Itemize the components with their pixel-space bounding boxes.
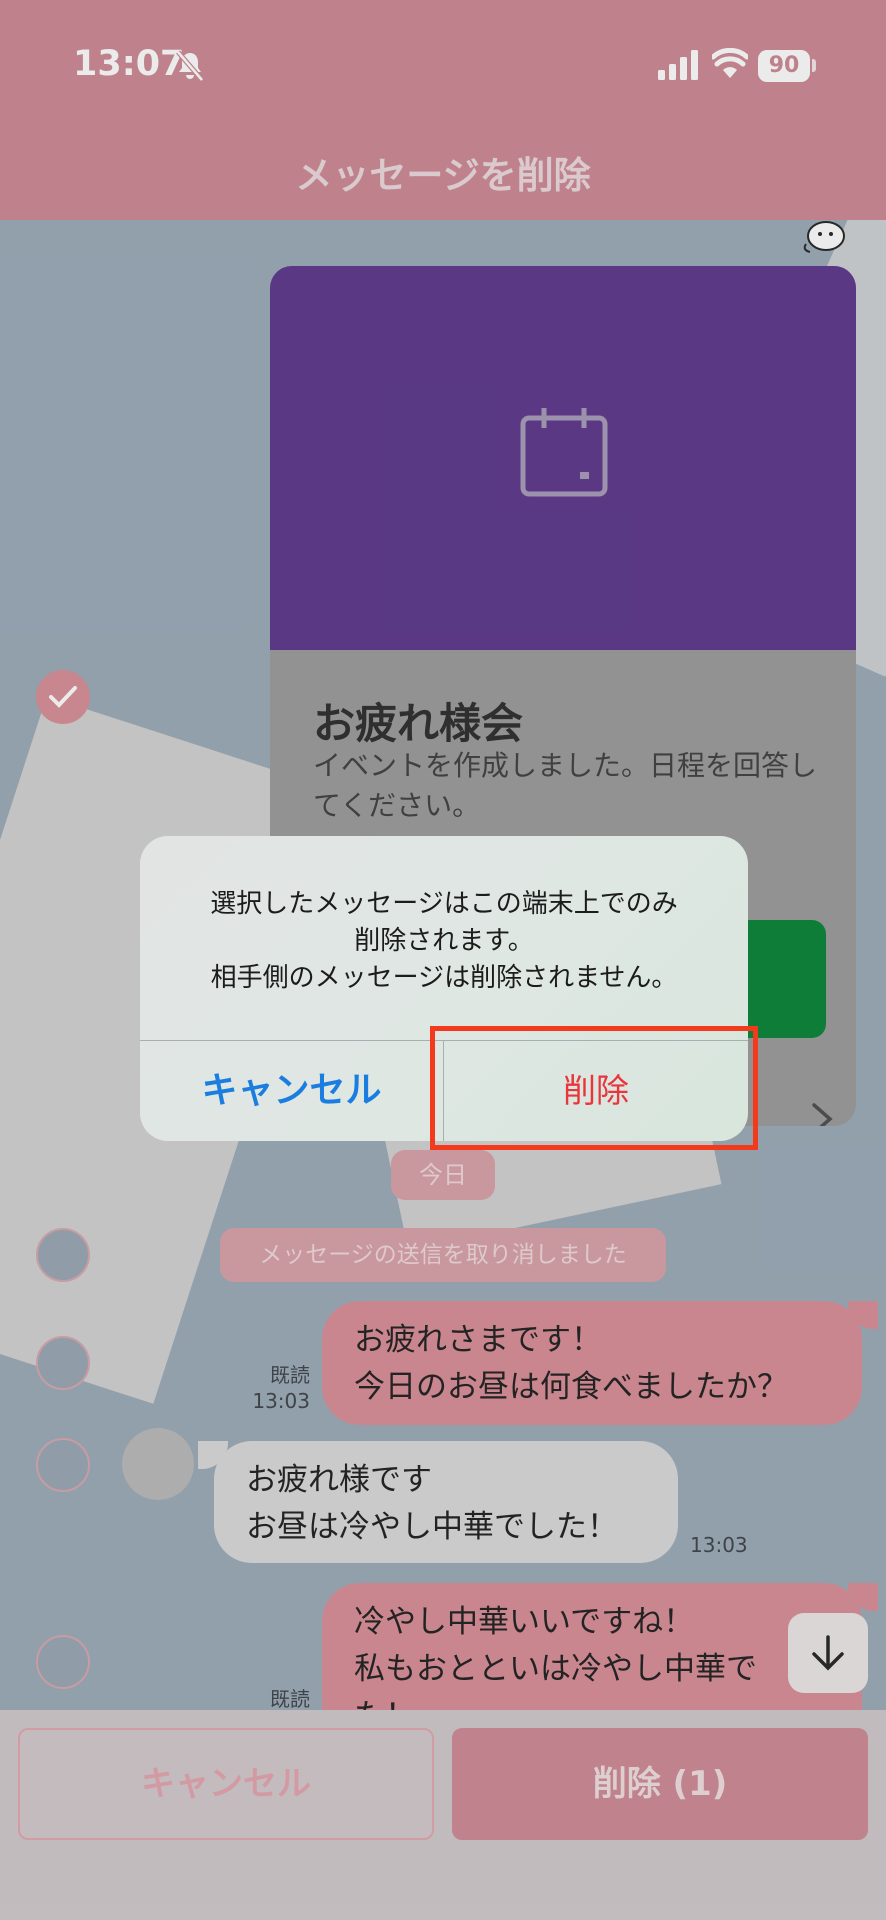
message-bubble-received[interactable]: お疲れ様です お昼は冷やし中華でした！ (214, 1441, 678, 1563)
message-bubble-sent[interactable]: 冷やし中華いいですね！ 私もおとといは冷やし中華で た！ (322, 1583, 862, 1710)
arrow-down-icon (812, 1635, 844, 1671)
event-title: お疲れ様会 (313, 699, 524, 748)
message-time: 13:03 (690, 1533, 748, 1557)
message-select-checkbox-checked[interactable] (36, 670, 90, 724)
message-bubble-sent[interactable]: お疲れさまです！ 今日のお昼は何食べましたか？ (322, 1301, 862, 1425)
page-title: メッセージを削除 (295, 154, 591, 197)
message-select-checkbox[interactable] (36, 1336, 90, 1390)
event-header (270, 266, 856, 650)
message-line: 冷やし中華いいですね！ (354, 1604, 695, 1640)
dialog-delete-button[interactable]: 削除 (444, 1041, 748, 1141)
bottom-action-bar: キャンセル 削除 (1) (0, 1710, 886, 1920)
message-meta: 既読 13:03 (232, 1362, 310, 1414)
cancel-button[interactable]: キャンセル (18, 1728, 434, 1840)
read-status: 既読 (270, 1687, 310, 1710)
calendar-icon (520, 408, 608, 497)
message-line: お昼は冷やし中華でした！ (246, 1509, 618, 1545)
dialog-cancel-button[interactable]: キャンセル (140, 1041, 443, 1141)
delete-confirm-dialog: 選択したメッセージはこの端末上でのみ 削除されます。 相手側のメッセージは削除さ… (140, 836, 748, 1141)
sticker-icon (803, 221, 845, 253)
dialog-message: 選択したメッセージはこの端末上でのみ 削除されます。 相手側のメッセージは削除さ… (160, 886, 728, 997)
message-time: 13:03 (252, 1389, 310, 1413)
dialog-message-line: 削除されます。 (354, 926, 534, 956)
battery-icon: 90 (758, 50, 810, 82)
message-select-checkbox[interactable] (36, 1228, 90, 1282)
chevron-right-icon[interactable] (810, 1102, 834, 1126)
date-separator: 今日 (391, 1150, 495, 1200)
status-time: 13:07 (73, 44, 185, 84)
dialog-message-line: 相手側のメッセージは削除されません。 (210, 963, 678, 993)
check-icon (49, 686, 77, 708)
avatar[interactable] (122, 1428, 194, 1500)
message-line: た！ (354, 1693, 830, 1710)
message-line: 私もおとといは冷やし中華で (354, 1651, 757, 1687)
message-line: お疲れさまです！ (354, 1322, 602, 1358)
message-select-checkbox[interactable] (36, 1438, 90, 1492)
delete-selected-button[interactable]: 削除 (1) (452, 1728, 868, 1840)
message-select-checkbox[interactable] (36, 1635, 90, 1689)
message-line: 今日のお昼は何食べましたか？ (354, 1369, 788, 1405)
wifi-icon (712, 48, 748, 78)
header-bar: 13:07 90 メッセージを削除 (0, 0, 886, 220)
message-line: お疲れ様です (246, 1462, 432, 1498)
battery-tip (812, 59, 816, 72)
event-description: イベントを作成しました。日程を回答してください。 (313, 749, 818, 822)
signal-icon (658, 50, 698, 80)
read-status: 既読 (270, 1363, 310, 1387)
system-notice: メッセージの送信を取り消しました (220, 1228, 666, 1282)
dialog-message-line: 選択したメッセージはこの端末上でのみ (210, 889, 678, 919)
bell-off-icon (176, 50, 204, 82)
scroll-to-bottom-button[interactable] (788, 1613, 868, 1693)
